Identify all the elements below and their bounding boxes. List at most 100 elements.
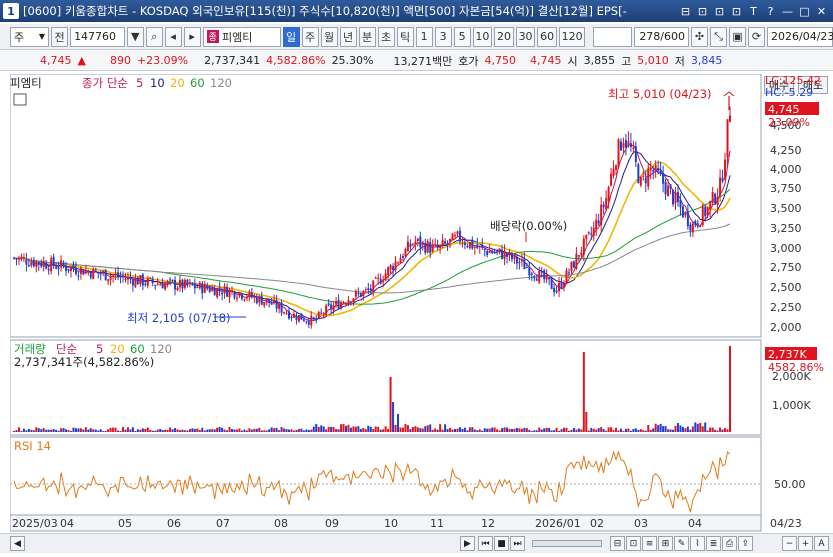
candle-body [570, 261, 573, 272]
period-week[interactable]: 주 [301, 26, 319, 47]
candle-body [411, 244, 414, 246]
interval-3[interactable]: 3 [434, 26, 452, 47]
volume-bar [65, 429, 68, 432]
candle-body [149, 277, 152, 279]
chart-scrollbar[interactable]: ◀ ▶ ⏮ ■ ⏭ ⊟ ⊡ ≡ ⊞ ✎ ⌇ ≣ ⎙ ⇪ − + A [0, 533, 833, 553]
overlay-icon[interactable]: ≣ [706, 536, 721, 551]
minimize-icon[interactable]: — [780, 4, 795, 19]
period-tick[interactable]: 틱 [396, 26, 414, 47]
layout-icon[interactable]: ⊟ [678, 4, 693, 19]
interval-10[interactable]: 10 [472, 26, 493, 47]
close-icon[interactable]: ✕ [814, 4, 829, 19]
candle-body [644, 177, 647, 184]
volume-bar [553, 430, 556, 432]
volume-bar [446, 429, 449, 432]
draw-tool-icon[interactable]: ⤡ [710, 26, 728, 47]
candle-body [117, 272, 120, 278]
date-input[interactable]: 2026/04/23 [767, 26, 833, 47]
price-summary-bar: 4,745 ▲ 890 +23.09% 2,737,341 4,582.86% … [0, 51, 833, 71]
x-label-8: 11 [430, 517, 444, 530]
scroll-right-icon[interactable]: ▶ [460, 536, 475, 551]
search-icon[interactable]: ⌕ [145, 26, 163, 47]
scroll-end-icon[interactable]: ⏭ [510, 536, 525, 551]
chart-style-icon[interactable]: ≡ [642, 536, 657, 551]
candle-body [102, 271, 105, 274]
candle-body [587, 232, 590, 234]
interval-30[interactable]: 30 [515, 26, 536, 47]
candle-body [575, 253, 578, 269]
candle-body [69, 266, 72, 271]
indicator-select[interactable]: 종 피엠티 [202, 26, 281, 47]
volume-bar [45, 429, 48, 432]
x-label-3: 06 [167, 517, 181, 530]
candle-body [592, 227, 595, 237]
period-minute[interactable]: 분 [358, 26, 376, 47]
candle-body [136, 277, 139, 285]
volume-bar [79, 428, 82, 432]
volume-bar [506, 427, 509, 432]
chart-area[interactable]: 4,500 4,250 4,000 3,750 3,500 3,250 3,00… [9, 73, 833, 533]
candle-body [310, 315, 313, 326]
zoom-fit-icon[interactable]: ⊡ [626, 536, 641, 551]
candle-body [401, 256, 404, 258]
window-link-icon[interactable]: ⊡ [712, 4, 727, 19]
candle-body [20, 257, 23, 260]
candle-body [667, 185, 670, 197]
speaker-icon[interactable]: ◂ [164, 26, 182, 47]
maximize-icon[interactable]: □ [797, 4, 812, 19]
period-day[interactable]: 일 [282, 26, 300, 47]
window-split-icon[interactable]: ⊡ [695, 4, 710, 19]
price-tick-3: 3,750 [770, 182, 802, 195]
candle-body [243, 299, 246, 301]
candle-body [104, 269, 107, 281]
zoom-slider[interactable] [532, 540, 602, 547]
pattern-icon[interactable]: ⌇ [690, 536, 705, 551]
count-display[interactable]: 278/600 [634, 26, 690, 47]
save-icon[interactable]: ▣ [729, 26, 747, 47]
volume-bar [196, 428, 199, 432]
zoom-in-plus-icon[interactable]: + [798, 536, 813, 551]
volume-bar [300, 428, 303, 432]
arrow-icon[interactable]: ▸ [183, 26, 201, 47]
print-icon[interactable]: ⎙ [722, 536, 737, 551]
compare-icon[interactable]: ⊞ [658, 536, 673, 551]
crosshair-icon[interactable]: ✣ [691, 26, 709, 47]
scroll-start-icon[interactable]: ⏮ [478, 536, 493, 551]
prev-button[interactable]: 전 [51, 26, 69, 47]
export-icon[interactable]: ⇪ [738, 536, 753, 551]
period-month[interactable]: 월 [320, 26, 338, 47]
period-year[interactable]: 년 [339, 26, 357, 47]
help-icon[interactable]: ? [763, 4, 778, 19]
volume-bar [691, 426, 694, 432]
candle-body [122, 275, 125, 278]
font-size-icon[interactable]: A [814, 536, 829, 551]
font-icon[interactable]: T [746, 4, 761, 19]
period-second[interactable]: 초 [377, 26, 395, 47]
interval-custom-input[interactable] [593, 26, 633, 47]
scroll-stop-icon[interactable]: ■ [494, 536, 509, 551]
volume-bar [238, 428, 241, 432]
volume-bar [456, 428, 459, 432]
zoom-out-icon[interactable]: ⊟ [610, 536, 625, 551]
volume-bar [117, 430, 120, 432]
interval-20[interactable]: 20 [494, 26, 514, 47]
stock-code-input[interactable]: 147760 [70, 26, 125, 47]
volume-bar [515, 427, 518, 432]
interval-60[interactable]: 60 [537, 26, 557, 47]
volume-bar [332, 427, 335, 432]
refresh-icon[interactable]: ⟳ [748, 26, 766, 47]
code-dropdown-button[interactable]: ▼ [126, 26, 144, 47]
interval-5[interactable]: 5 [453, 26, 471, 47]
volume-bar [667, 429, 670, 432]
zoom-out-minus-icon[interactable]: − [782, 536, 797, 551]
volume-bar [325, 429, 328, 432]
interval-1[interactable]: 1 [415, 26, 433, 47]
interval-120[interactable]: 120 [558, 26, 586, 47]
stock-chart[interactable]: 4,500 4,250 4,000 3,750 3,500 3,250 3,00… [9, 73, 833, 533]
window-settings-icon[interactable]: ⊡ [729, 4, 744, 19]
candle-body [379, 278, 382, 284]
price-tick-6: 3,000 [770, 242, 802, 255]
scroll-left-icon[interactable]: ◀ [10, 536, 25, 551]
chart-type-select[interactable]: 주 ▼ [10, 26, 50, 47]
indicator-icon[interactable]: ✎ [674, 536, 689, 551]
